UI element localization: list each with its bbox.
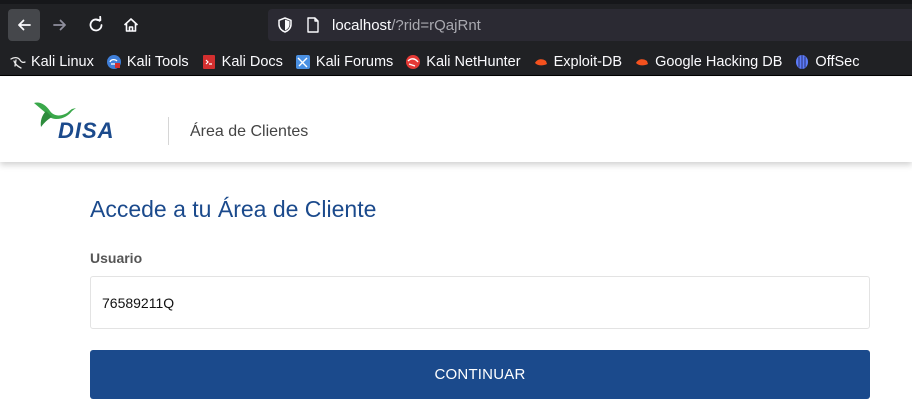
- user-input[interactable]: [90, 276, 870, 329]
- continue-button[interactable]: CONTINUAR: [90, 350, 870, 399]
- bookmark-kali-tools[interactable]: Kali Tools: [106, 54, 189, 70]
- home-button[interactable]: [115, 9, 147, 41]
- kali-dragon-icon: [10, 56, 26, 69]
- back-arrow-icon: [18, 19, 31, 31]
- url-text[interactable]: localhost/?rid=rQajRnt: [332, 17, 481, 34]
- kali-tools-icon: [106, 54, 121, 69]
- bookmark-label: Kali Tools: [126, 53, 189, 70]
- bookmark-label: Kali Docs: [221, 53, 283, 70]
- exploit-db-icon: [534, 58, 547, 65]
- bookmark-offsec[interactable]: OffSec: [794, 54, 859, 70]
- reload-button[interactable]: [80, 9, 112, 41]
- reload-icon: [89, 16, 103, 32]
- kali-forums-icon: [295, 54, 310, 69]
- offsec-icon: [796, 54, 809, 69]
- bookmark-label: Kali NetHunter: [426, 53, 521, 70]
- disa-logo[interactable]: DISA: [32, 97, 136, 141]
- url-path: /?rid=rQajRnt: [391, 16, 481, 34]
- user-label: Usuario: [90, 250, 143, 266]
- page-icon: [307, 17, 319, 33]
- address-bar[interactable]: localhost/?rid=rQajRnt: [268, 9, 912, 41]
- page-title: Accede a tu Área de Cliente: [90, 196, 377, 222]
- logo-text: DISA: [58, 118, 115, 141]
- url-host: localhost: [332, 16, 392, 34]
- back-button[interactable]: [8, 9, 40, 41]
- shield-icon[interactable]: [276, 16, 294, 34]
- bookmark-google-hacking-db[interactable]: Google Hacking DB: [634, 54, 782, 70]
- bookmark-label: Kali Forums: [315, 53, 394, 70]
- bookmark-label: Kali Linux: [31, 53, 94, 70]
- bookmark-kali-forums[interactable]: Kali Forums: [295, 54, 393, 70]
- header-divider: [168, 117, 169, 145]
- ghdb-icon: [636, 58, 649, 65]
- browser-toolbar: localhost/?rid=rQajRnt: [0, 0, 912, 48]
- bookmark-label: Exploit-DB: [553, 53, 623, 70]
- header-title: Área de Clientes: [190, 123, 309, 140]
- home-icon: [123, 18, 139, 32]
- bookmark-kali-nethunter[interactable]: Kali NetHunter: [405, 53, 521, 70]
- tab-strip: [0, 0, 912, 4]
- bookmark-exploit-db[interactable]: Exploit-DB: [533, 53, 623, 70]
- bookmark-kali-docs[interactable]: Kali Docs: [201, 54, 283, 70]
- kali-docs-icon: [202, 54, 215, 69]
- forward-arrow-icon: [53, 19, 66, 31]
- site-header: DISA Área de Clientes: [0, 77, 912, 162]
- bookmark-kali-linux[interactable]: Kali Linux: [10, 54, 94, 70]
- nethunter-icon: [406, 54, 421, 69]
- forward-button[interactable]: [44, 9, 76, 41]
- bookmark-label: Google Hacking DB: [655, 53, 783, 70]
- bookmark-label: OffSec: [815, 53, 860, 70]
- bookmarks-bar: Kali Linux Kali Tools Kali Docs Kali For…: [0, 48, 912, 76]
